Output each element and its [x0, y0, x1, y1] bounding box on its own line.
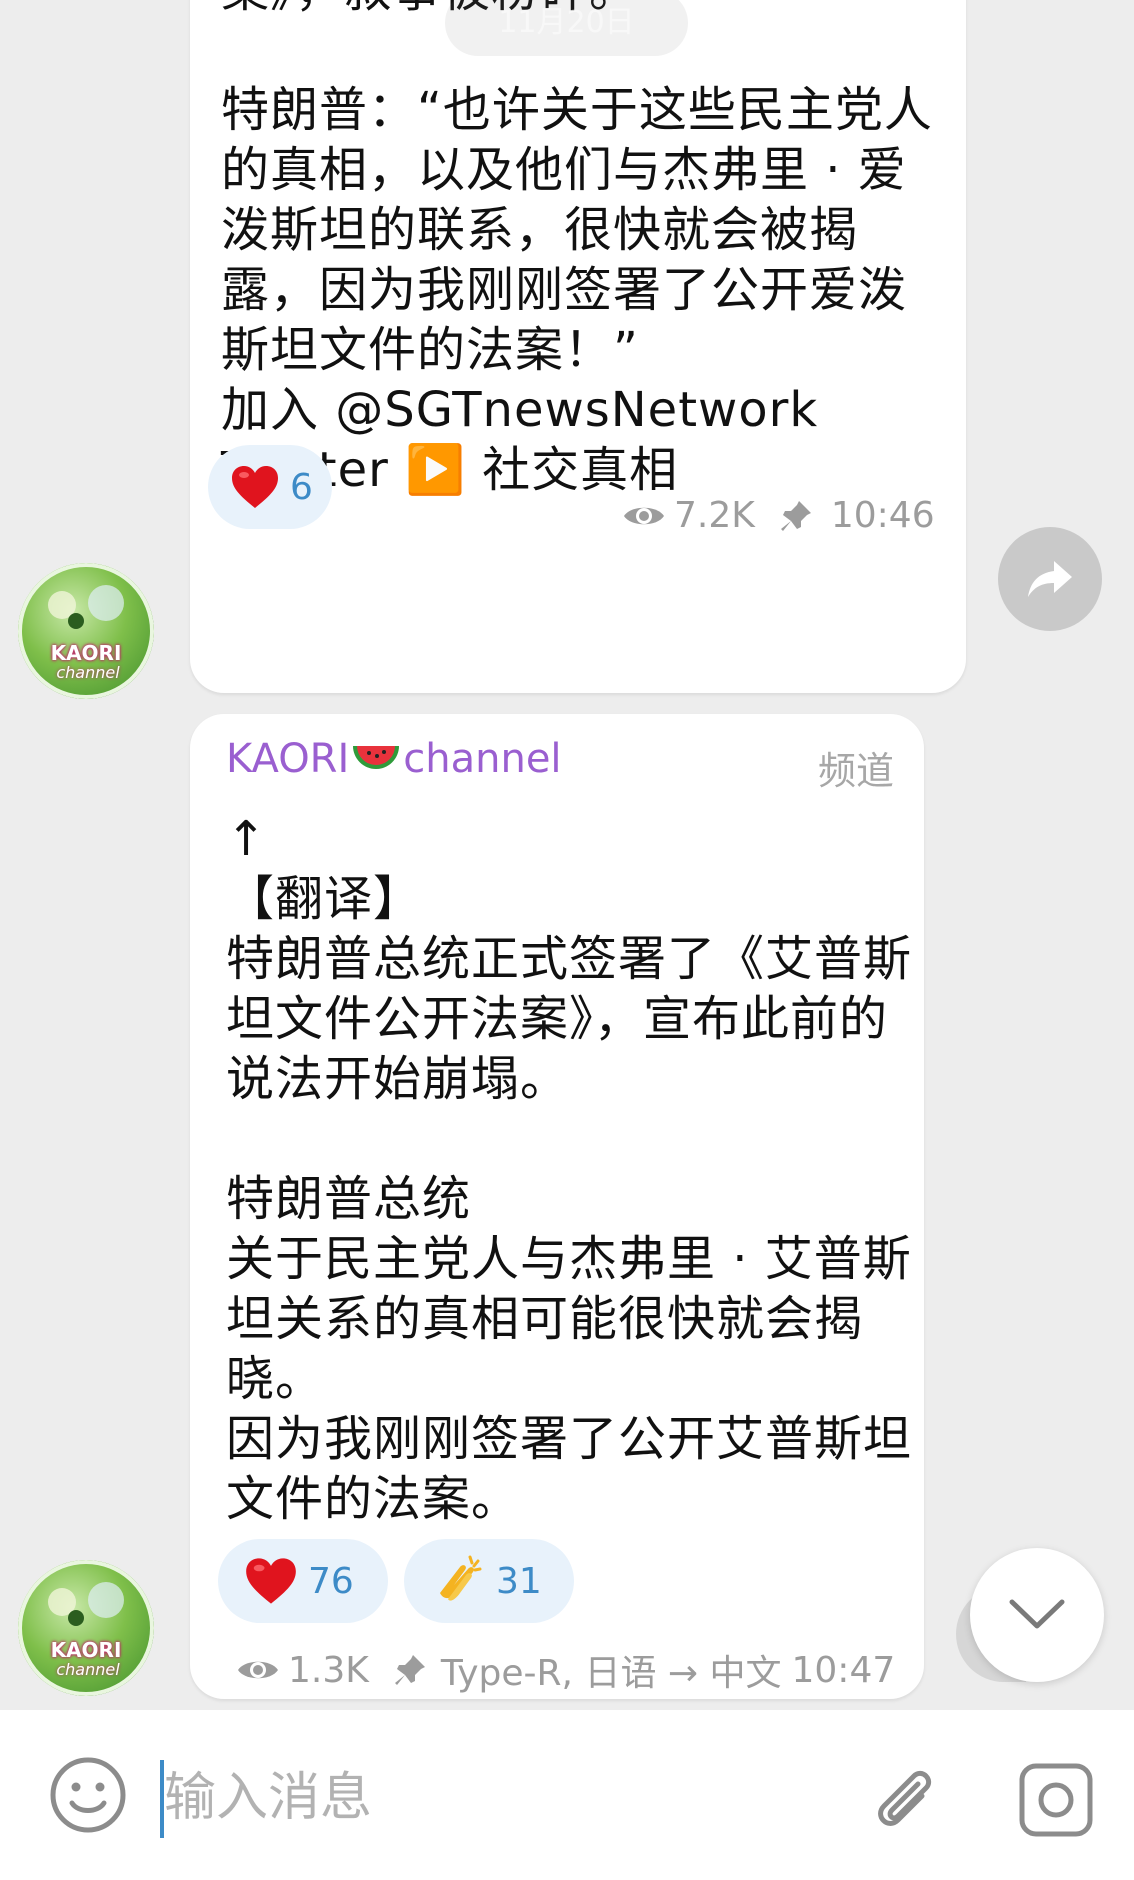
reaction-count: 76 — [308, 1560, 354, 1602]
message-bubble[interactable]: KAORI channel 频道 ↑ 【翻译】 特朗普总统正式签署了《艾普斯坦文… — [190, 714, 924, 1699]
date-pill: 11月20日 — [445, 0, 688, 56]
avatar-label: KAORI — [50, 641, 122, 665]
message-input[interactable] — [164, 1752, 804, 1844]
camera-icon[interactable] — [1018, 1762, 1094, 1838]
watermelon-icon — [353, 746, 400, 769]
message-time: 10:47 — [791, 1649, 896, 1691]
avatar[interactable]: KAORI channel — [18, 563, 154, 699]
message-time: 10:46 — [830, 495, 935, 536]
avatar-label: KAORI — [50, 1638, 122, 1662]
emoji-icon[interactable] — [48, 1755, 128, 1835]
reaction-heart[interactable]: 6 — [208, 445, 332, 529]
channel-tag: 频道 — [817, 749, 894, 793]
post-author: Type-R, 日语 → 中文 — [440, 1653, 782, 1694]
pin-icon — [394, 1655, 425, 1685]
clap-icon — [440, 1555, 482, 1601]
scroll-down-button[interactable] — [970, 1548, 1104, 1682]
pin-icon — [780, 500, 811, 531]
sender-suffix: channel — [403, 736, 562, 782]
reaction-clap[interactable]: 31 — [404, 1539, 574, 1623]
share-icon — [1028, 561, 1072, 597]
reaction-count: 31 — [496, 1560, 542, 1602]
heart-icon — [232, 466, 278, 508]
heart-icon — [246, 1558, 296, 1604]
message-composer — [0, 1710, 1134, 1880]
chat-area[interactable]: 案》，叙事被粉碎。 特朗普：“也许关于这些民主党人的真相，以及他们与杰弗里 · … — [0, 0, 1134, 1710]
view-count: 1.3K — [288, 1649, 369, 1691]
eye-icon — [238, 1661, 278, 1679]
message-meta: 7.2K 10:46 — [622, 495, 935, 536]
chevron-down-icon — [1009, 1599, 1065, 1629]
message-text: 案》，叙事被粉碎。 特朗普：“也许关于这些民主党人的真相，以及他们与杰弗里 · … — [221, 0, 933, 498]
message-text: ↑ 【翻译】 特朗普总统正式签署了《艾普斯坦文件公开法案》，宣布此前的说法开始崩… — [226, 811, 913, 1527]
reaction-heart[interactable]: 76 — [218, 1539, 388, 1623]
reaction-count: 6 — [290, 466, 313, 508]
share-button[interactable] — [998, 527, 1102, 631]
sender-label: KAORI — [226, 736, 350, 782]
message-meta: 1.3K Type-R, 日语 → 中文 10:47 — [236, 1644, 895, 1696]
avatar[interactable]: KAORI channel — [18, 1560, 154, 1696]
avatar-sublabel: channel — [56, 663, 120, 682]
paperclip-icon[interactable] — [866, 1762, 946, 1842]
sender-name[interactable]: KAORI channel — [226, 736, 562, 782]
avatar-sublabel: channel — [56, 1660, 120, 1679]
view-count: 7.2K — [674, 495, 755, 536]
eye-icon — [624, 507, 664, 524]
message-bubble[interactable]: 案》，叙事被粉碎。 特朗普：“也许关于这些民主党人的真相，以及他们与杰弗里 · … — [190, 0, 966, 693]
